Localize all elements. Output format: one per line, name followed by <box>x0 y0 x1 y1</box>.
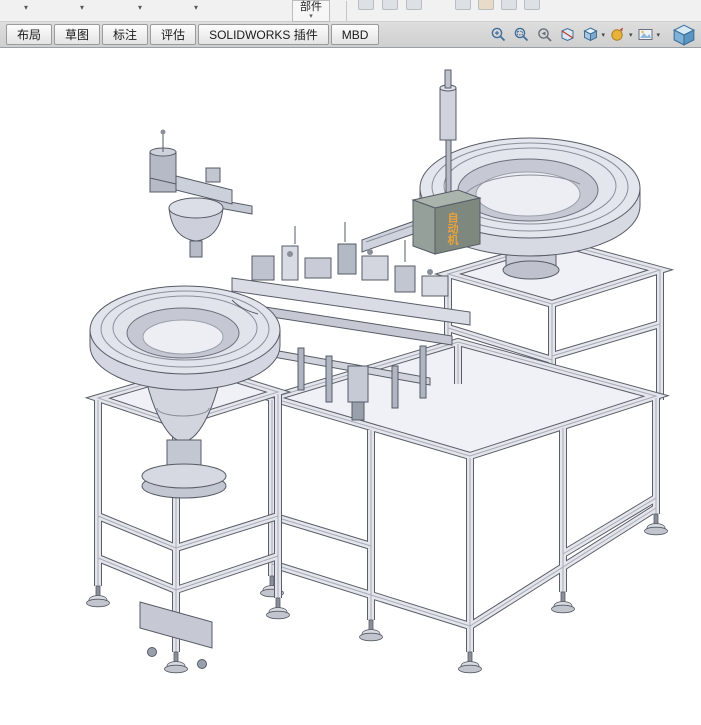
ribbon-icon-partial[interactable] <box>478 0 494 10</box>
cylinder-rod[interactable] <box>446 140 451 200</box>
chevron-down-icon[interactable]: ▾ <box>629 31 633 39</box>
support-post[interactable] <box>326 356 332 402</box>
actuator-unit[interactable] <box>338 244 356 274</box>
solidworks-window: ▾ ▾ ▾ ▾ 部件 ▾ 布局 草图 标注 评估 SOLIDWORKS 插件 M… <box>0 0 701 725</box>
chevron-down-icon[interactable]: ▾ <box>601 31 605 39</box>
command-tabs: 布局 草图 标注 评估 SOLIDWORKS 插件 MBD <box>6 24 379 46</box>
main-machine-frame[interactable] <box>261 342 668 673</box>
isometric-view-cube-icon[interactable] <box>671 23 697 47</box>
tab-sw-addins[interactable]: SOLIDWORKS 插件 <box>198 24 329 45</box>
tab-annotation[interactable]: 标注 <box>102 24 148 45</box>
model-label: 自动机 <box>446 211 459 246</box>
ribbon-overflow-chevron[interactable]: ▾ <box>138 3 142 13</box>
ribbon-icon-partial[interactable] <box>358 0 374 10</box>
ribbon-overflow-chevron[interactable]: ▾ <box>80 3 84 13</box>
insert-component-button[interactable]: 部件 ▾ <box>292 0 330 22</box>
view-heads-up-toolbar: ▾ ▾ ▾ <box>488 23 697 47</box>
support-post[interactable] <box>298 348 304 390</box>
hopper-rim[interactable] <box>169 198 223 218</box>
tab-sketch[interactable]: 草图 <box>54 24 100 45</box>
ribbon-icon-partial[interactable] <box>501 0 517 10</box>
slide-unit[interactable] <box>362 256 388 280</box>
chevron-down-icon: ▾ <box>309 13 313 20</box>
support-post[interactable] <box>420 346 426 398</box>
caster-wheel[interactable] <box>198 660 207 669</box>
vertical-cylinder[interactable] <box>440 88 456 140</box>
tab-layout[interactable]: 布局 <box>6 24 52 45</box>
support-post[interactable] <box>392 366 398 408</box>
ribbon-icon-partial[interactable] <box>455 0 471 10</box>
ribbon-overflow-chevron[interactable]: ▾ <box>24 3 28 13</box>
section-view-icon[interactable] <box>557 25 577 45</box>
caster-wheel[interactable] <box>148 648 157 657</box>
motor[interactable] <box>150 152 176 192</box>
scene-icon[interactable] <box>635 25 655 45</box>
cad-model-assembly[interactable]: 自动机 <box>0 48 701 725</box>
gripper-unit[interactable] <box>252 256 274 280</box>
ribbon-partial: ▾ ▾ ▾ ▾ 部件 ▾ <box>0 0 701 22</box>
ribbon-icon-partial[interactable] <box>524 0 540 10</box>
insert-component-label: 部件 <box>300 1 322 13</box>
appearance-icon[interactable] <box>608 25 628 45</box>
tab-evaluate[interactable]: 评估 <box>150 24 196 45</box>
zoom-area-icon[interactable] <box>511 25 531 45</box>
ribbon-overflow-chevron[interactable]: ▾ <box>194 3 198 13</box>
previous-view-icon[interactable] <box>534 25 554 45</box>
ribbon-icon-partial[interactable] <box>406 0 422 10</box>
zoom-to-fit-icon[interactable] <box>488 25 508 45</box>
slide-unit[interactable] <box>305 258 331 278</box>
cylinder-tip[interactable] <box>445 70 451 88</box>
ribbon-icon-partial[interactable] <box>382 0 398 10</box>
slide-block[interactable] <box>206 168 220 182</box>
graphics-viewport[interactable]: 自动机 <box>0 48 701 725</box>
view-orientation-icon[interactable] <box>580 25 600 45</box>
slide-unit[interactable] <box>422 276 448 296</box>
command-tab-bar: 布局 草图 标注 评估 SOLIDWORKS 插件 MBD ▾ <box>0 22 701 48</box>
ribbon-separator <box>346 1 347 21</box>
chevron-down-icon[interactable]: ▾ <box>656 31 660 39</box>
actuator-unit[interactable] <box>395 266 415 292</box>
hopper-motor-assembly[interactable] <box>150 130 252 258</box>
tab-mbd[interactable]: MBD <box>331 24 380 45</box>
pneumatic-cylinder[interactable] <box>348 366 368 402</box>
